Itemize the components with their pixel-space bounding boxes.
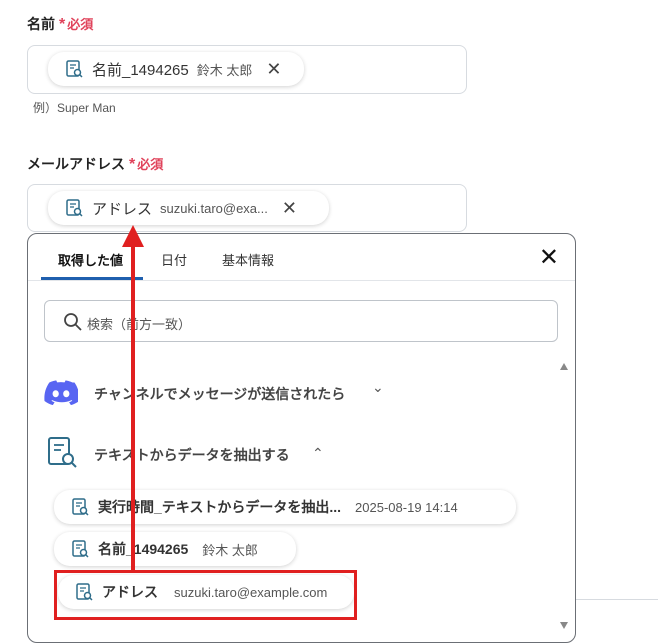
email-value-chip[interactable]: アドレス suzuki.taro@exa... ✕: [48, 191, 329, 225]
search-input[interactable]: 検索（前方一致）: [44, 300, 558, 342]
remove-chip-icon[interactable]: ✕: [266, 60, 281, 78]
chip-name: アドレス: [92, 200, 153, 218]
email-label: メールアドレス: [27, 156, 125, 172]
required-star: *: [129, 156, 136, 173]
document-search-icon: [66, 199, 83, 217]
highlight-arrow-line: [131, 244, 135, 572]
chip-value: 鈴木 太郎: [196, 62, 253, 78]
value-item[interactable]: 実行時間_テキストからデータを抽出... 2025-08-19 14:14: [54, 490, 516, 524]
highlight-box: [54, 570, 357, 620]
chip-value: suzuki.taro@exa...: [160, 200, 268, 216]
name-hint: 例）Super Man: [33, 101, 116, 115]
section-title-extract: テキストからデータを抽出する: [94, 447, 290, 463]
required-text: 必須: [137, 157, 164, 172]
close-icon[interactable]: ✕: [539, 246, 559, 270]
email-label-row: メールアドレス * 必須: [27, 154, 163, 174]
active-tab-indicator: [41, 277, 143, 280]
document-search-icon: [48, 437, 77, 468]
tab-basic-info[interactable]: 基本情報: [222, 250, 274, 269]
value-item[interactable]: 名前_1494265 鈴木 太郎: [54, 532, 296, 566]
document-search-icon: [72, 498, 89, 516]
name-label-row: 名前 * 必須: [27, 14, 93, 34]
chevron-up-icon: ⌃: [312, 445, 324, 461]
tab-date[interactable]: 日付: [161, 250, 187, 269]
item-value: 2025-08-19 14:14: [355, 499, 458, 515]
scroll-up-icon[interactable]: [559, 362, 569, 372]
arrow-head-icon: [122, 225, 144, 247]
scrollbar[interactable]: [559, 362, 569, 632]
search-icon: [64, 313, 82, 331]
document-search-icon: [72, 540, 89, 558]
item-name: 名前_1494265: [98, 541, 189, 557]
tab-acquired-values[interactable]: 取得した値: [58, 250, 123, 269]
section-extract-trigger[interactable]: テキストからデータを抽出する ⌃: [44, 436, 504, 470]
discord-icon: [44, 380, 78, 405]
scroll-down-icon[interactable]: [559, 620, 569, 630]
search-placeholder: 検索（前方一致）: [87, 317, 192, 332]
required-star: *: [59, 16, 66, 33]
chip-name: 名前_1494265: [92, 61, 189, 79]
divider: [576, 599, 658, 600]
name-label: 名前: [27, 16, 55, 32]
required-text: 必須: [67, 17, 94, 32]
item-value: 鈴木 太郎: [202, 542, 258, 558]
name-value-chip[interactable]: 名前_1494265 鈴木 太郎 ✕: [48, 52, 304, 86]
remove-chip-icon[interactable]: ✕: [282, 199, 297, 217]
document-search-icon: [66, 60, 83, 78]
chevron-down-icon: ⌄: [372, 379, 384, 395]
section-discord-trigger[interactable]: チャンネルでメッセージが送信されたら ⌄: [44, 377, 504, 407]
tab-bar: 取得した値 日付 基本情報 ✕: [28, 234, 575, 281]
